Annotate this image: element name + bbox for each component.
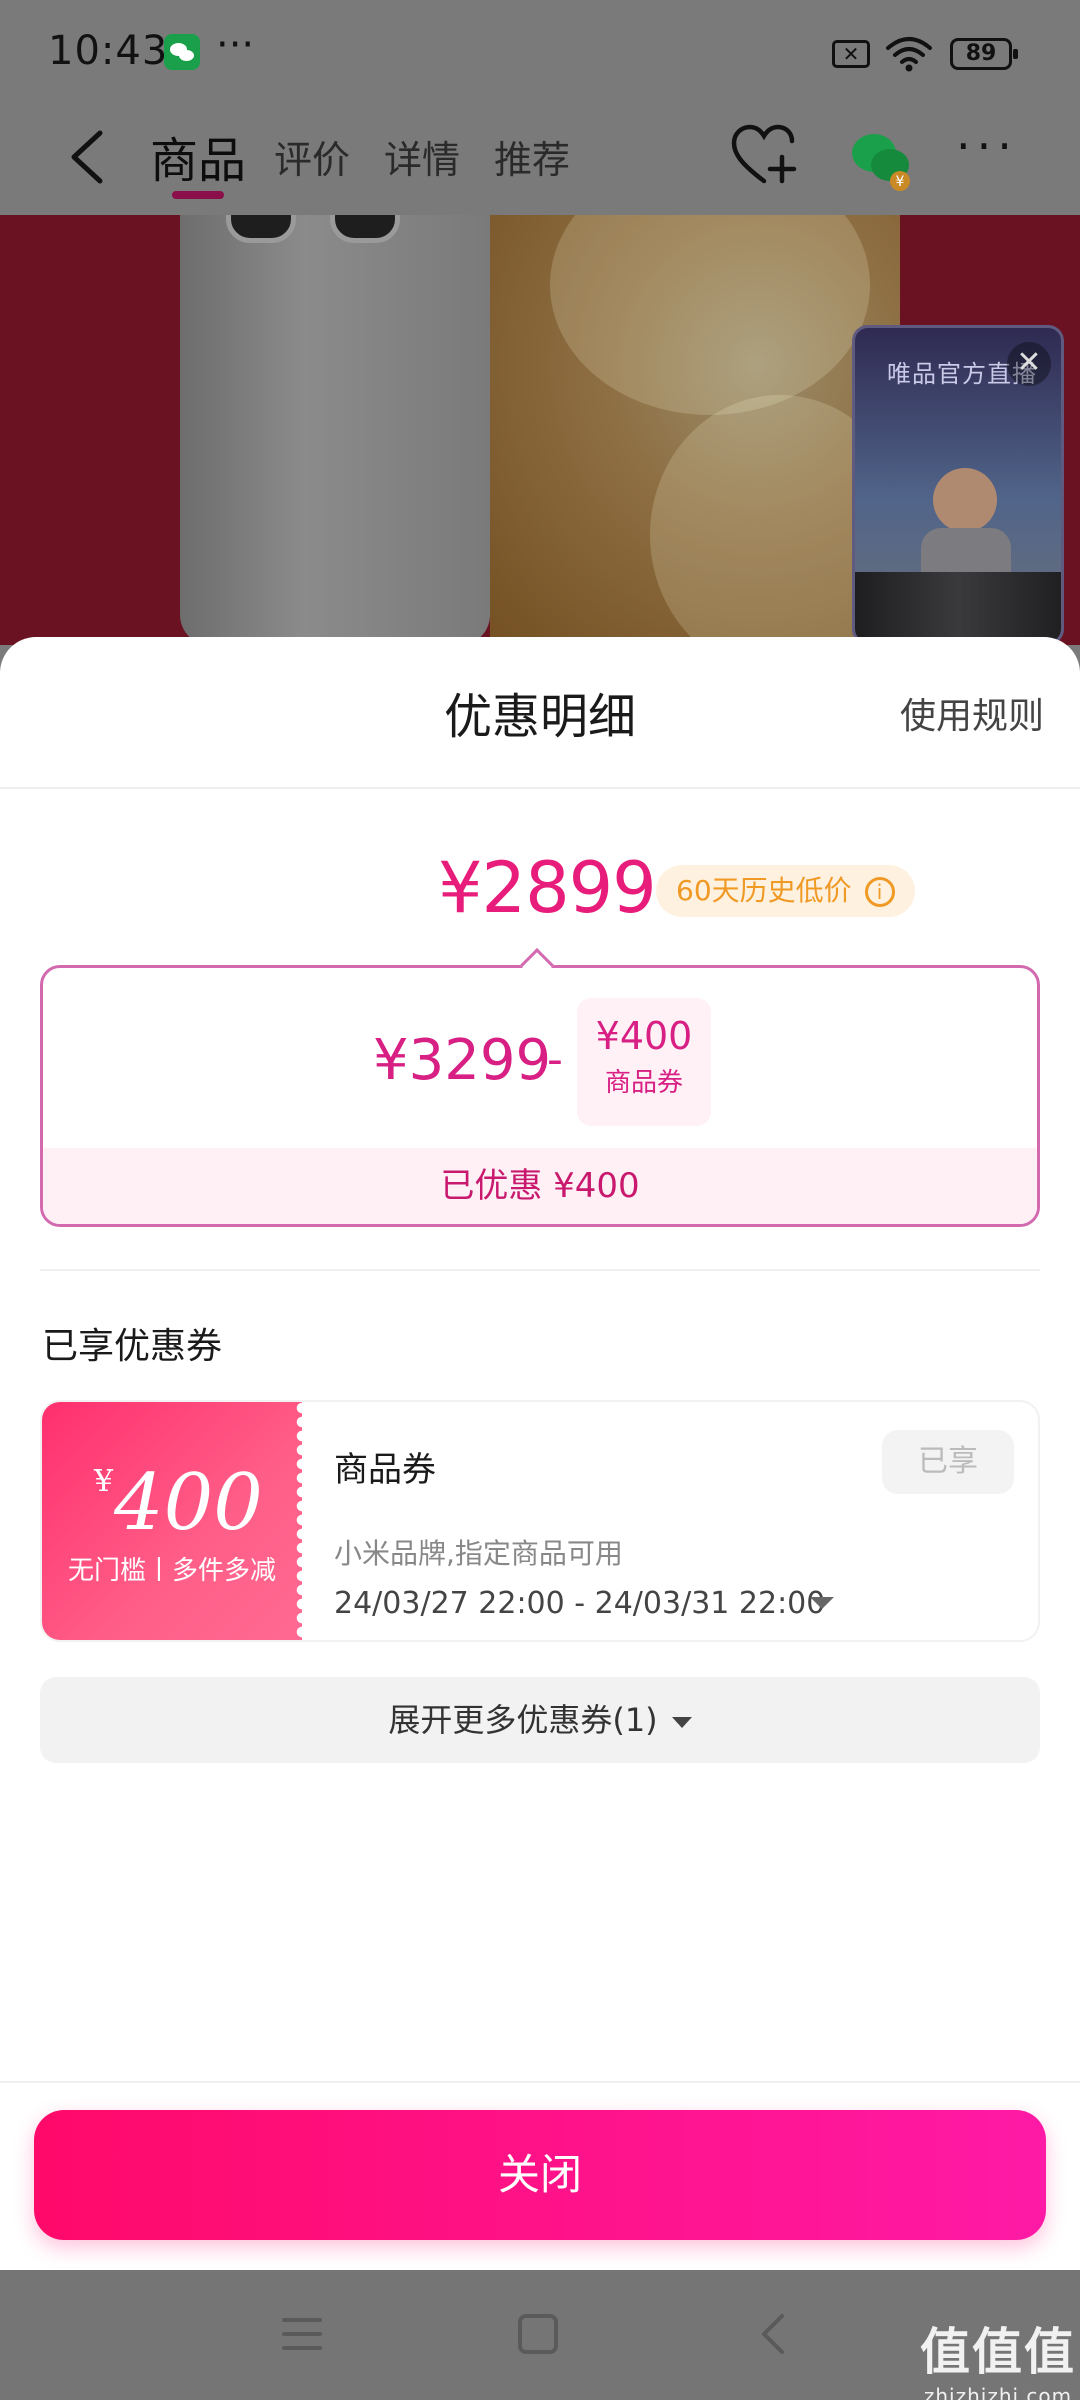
info-icon: i	[864, 877, 895, 907]
original-price: ¥3299	[373, 1028, 552, 1093]
tab-reviews[interactable]: 评价	[274, 129, 350, 184]
coupon-condition: 无门槛丨多件多减	[67, 1556, 276, 1586]
product-image: 唯品官方直播 ✕	[0, 215, 1080, 645]
coupon-value-panel: ¥ 400 无门槛丨多件多减	[42, 1402, 308, 1640]
coupon-validity: 24/03/27 22:00 - 24/03/31 22:00	[334, 1586, 826, 1621]
product-top-nav: 商品 评价 详情 推荐 ¥ ···	[0, 105, 1080, 215]
applied-coupons-title: 已享优惠券	[42, 1326, 223, 1367]
status-bar: 10:43 ··· ✕ 89	[0, 0, 1080, 105]
divider	[0, 2081, 1080, 2083]
svg-text:¥: ¥	[896, 174, 905, 190]
system-nav-bar	[0, 2270, 1080, 2400]
discount-details-sheet: 优惠明细 使用规则 ¥2899 60天历史低价 i ¥3299 - ¥400 商…	[0, 637, 1080, 2270]
coupon-scope: 小米品牌,指定商品可用	[334, 1537, 623, 1570]
more-icon[interactable]: ···	[956, 119, 1018, 173]
menu-icon[interactable]	[282, 2316, 322, 2352]
historical-low-label: 60天历史低价	[676, 874, 852, 907]
expand-more-label: 展开更多优惠券(1)	[388, 1701, 658, 1739]
tab-details[interactable]: 详情	[384, 129, 460, 184]
watermark: 值值值 zhizhizhi.com	[920, 2312, 1076, 2400]
minus-sign: -	[547, 1034, 563, 1085]
coupon-deduction-chip: ¥400 商品券	[577, 998, 711, 1126]
wechat-share-icon[interactable]: ¥	[850, 129, 914, 191]
divider	[40, 1269, 1040, 1271]
price-calculation-box: ¥3299 - ¥400 商品券 已优惠 ¥400	[40, 965, 1040, 1227]
tab-product[interactable]: 商品	[150, 121, 246, 191]
phone-back-image	[180, 215, 490, 645]
battery-indicator: 89	[950, 38, 1018, 70]
close-icon[interactable]: ✕	[1007, 342, 1051, 386]
chevron-down-icon[interactable]	[810, 1597, 834, 1609]
status-more-dots: ···	[216, 22, 255, 68]
expand-more-coupons-button[interactable]: 展开更多优惠券(1)	[40, 1677, 1040, 1763]
coupon-deduction-amount: ¥400	[595, 1014, 693, 1058]
usage-rules-link[interactable]: 使用规则	[900, 687, 1044, 739]
final-price: ¥2899	[438, 847, 657, 929]
live-stream-widget[interactable]: 唯品官方直播 ✕	[852, 325, 1064, 645]
coupon-amount: 400	[114, 1458, 263, 1548]
caret-down-icon	[671, 1716, 692, 1728]
coupon-deduction-label: 商品券	[604, 1068, 683, 1098]
home-icon[interactable]	[518, 2314, 558, 2354]
coupon-card[interactable]: ¥ 400 无门槛丨多件多减 商品券 小米品牌,指定商品可用 24/03/27 …	[40, 1400, 1040, 1642]
favorite-heart-plus-icon[interactable]	[730, 123, 800, 189]
active-tab-indicator	[172, 191, 224, 199]
close-button[interactable]: 关闭	[34, 2110, 1046, 2240]
divider	[0, 787, 1080, 789]
tab-recommend[interactable]: 推荐	[494, 129, 570, 184]
status-time: 10:43	[48, 28, 169, 74]
coupon-status-button: 已享	[882, 1430, 1014, 1494]
coupon-name: 商品券	[334, 1450, 436, 1490]
phone-screen-image	[490, 215, 910, 645]
watermark-url: zhizhizhi.com	[923, 2384, 1073, 2400]
saved-amount: 已优惠 ¥400	[43, 1148, 1037, 1224]
system-back-icon[interactable]	[758, 2312, 788, 2356]
wifi-icon	[886, 37, 932, 72]
sim-off-icon: ✕	[832, 40, 870, 68]
wechat-notification-icon	[164, 34, 200, 70]
coupon-currency: ¥	[94, 1464, 114, 1499]
watermark-logo: 值值值	[920, 2323, 1076, 2381]
back-arrow-icon[interactable]	[60, 127, 120, 187]
historical-low-badge[interactable]: 60天历史低价 i	[656, 865, 915, 917]
